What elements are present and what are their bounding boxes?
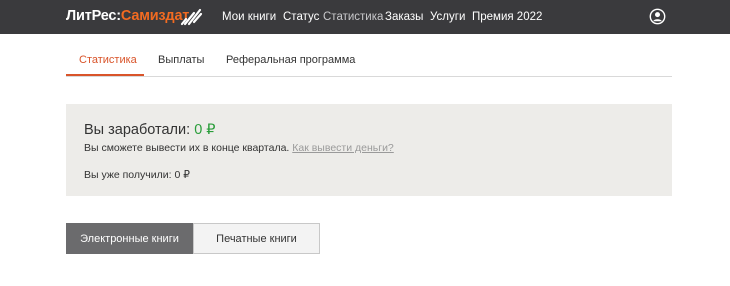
withdrawal-hint: Вы сможете вывести их в конце квартала. … — [84, 142, 394, 154]
how-to-withdraw-link[interactable]: Как вывести деньги? — [292, 142, 394, 154]
tab-payouts[interactable]: Выплаты — [158, 54, 204, 66]
received-label: Вы уже получили: — [84, 169, 172, 181]
user-circle-icon[interactable] — [649, 8, 666, 25]
active-tab-indicator — [66, 74, 144, 76]
earned-amount: 0 ₽ — [194, 122, 216, 138]
received-total: Вы уже получили: 0 ₽ — [84, 169, 190, 181]
tab-statistics[interactable]: Статистика — [79, 54, 137, 66]
earnings-panel: Вы заработали: 0 ₽ Вы сможете вывести их… — [66, 104, 672, 196]
ebooks-toggle-button[interactable]: Электронные книги — [66, 223, 193, 254]
section-tabs: Статистика Выплаты Реферальная программа — [66, 46, 672, 77]
nav-award-2022[interactable]: Премия 2022 — [472, 11, 542, 23]
print-books-toggle-button[interactable]: Печатные книги — [193, 223, 320, 254]
withdrawal-hint-text: Вы сможете вывести их в конце квартала. — [84, 142, 290, 154]
received-amount: 0 ₽ — [174, 169, 190, 181]
nav-my-books[interactable]: Мои книги — [222, 11, 276, 23]
earned-label: Вы заработали: — [84, 122, 191, 138]
nav-status[interactable]: Статус — [283, 11, 319, 23]
top-navigation-bar: ЛитРес:Самиздат Мои книги Статус Статист… — [0, 0, 730, 34]
pen-strokes-icon — [180, 8, 203, 26]
nav-orders[interactable]: Заказы — [385, 11, 423, 23]
nav-statistics[interactable]: Статистика — [323, 11, 383, 23]
logo[interactable]: ЛитРес:Самиздат — [66, 8, 189, 24]
tab-referral-program[interactable]: Реферальная программа — [226, 54, 355, 66]
logo-main-text: ЛитРес: — [66, 8, 121, 24]
earnings-total: Вы заработали: 0 ₽ — [84, 122, 216, 138]
nav-services[interactable]: Услуги — [430, 11, 465, 23]
